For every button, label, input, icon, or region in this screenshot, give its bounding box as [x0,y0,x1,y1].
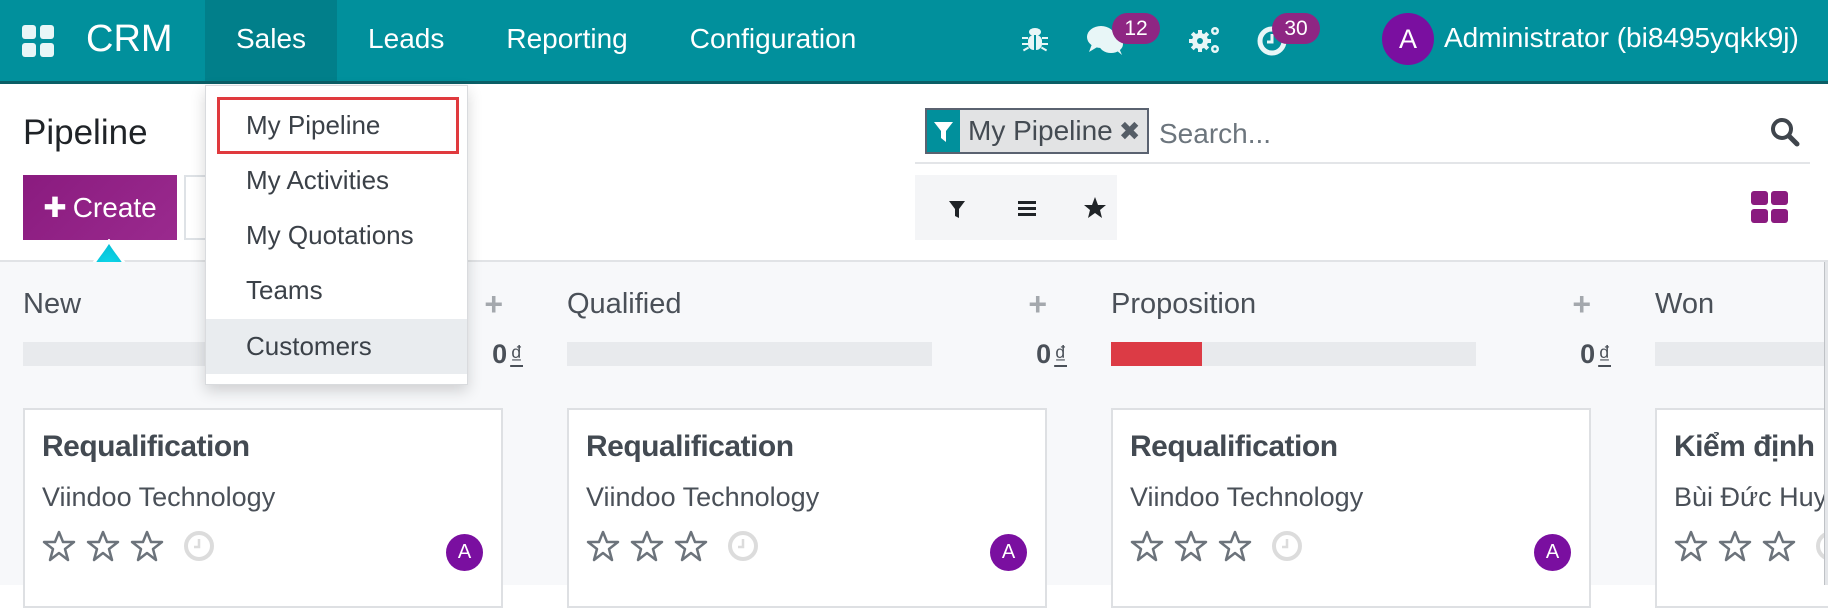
card-title: Requalification [42,430,250,463]
column-total: 0 ₫ [492,336,523,373]
dropdown-item-customers[interactable]: Customers [206,319,467,374]
dropdown-item-my-pipeline[interactable]: My Pipeline [206,98,467,153]
star-icon[interactable] [1673,528,1709,564]
column-title: New [23,288,82,320]
salesperson-avatar: A [1534,534,1571,571]
kanban-column: Won Kiểm định Bùi Đức Huy [1655,262,1828,608]
quick-create-icon[interactable]: + [1572,288,1591,320]
star-icon[interactable] [673,528,709,564]
quick-create-icon[interactable]: + [1028,288,1047,320]
priority-stars [1129,528,1303,564]
priority-stars [585,528,759,564]
app-name[interactable]: CRM [86,14,173,64]
column-header: Qualified + [567,284,1047,324]
kanban-view-button[interactable] [1751,191,1788,223]
star-icon[interactable] [585,528,621,564]
card-title: Requalification [1130,430,1338,463]
column-total: 0 ₫ [1580,336,1611,373]
kanban-column: Proposition + 0 ₫ Requalification Viindoo… [1111,262,1611,608]
create-label: Create [72,192,157,223]
column-title: Proposition [1111,288,1257,320]
column-title: Won [1655,288,1715,320]
dropdown-item-my-activities[interactable]: My Activities [206,153,467,208]
priority-stars [1673,528,1828,564]
facet-label: My Pipeline [968,115,1113,146]
page-title: Pipeline [23,113,148,152]
column-header: Won [1655,284,1828,324]
card-customer: Viindoo Technology [42,482,276,512]
plus-icon: ✚ [43,192,67,223]
star-icon[interactable] [1173,528,1209,564]
favorites-button[interactable] [1078,191,1112,225]
dropdown-item-my-quotations[interactable]: My Quotations [206,208,467,263]
quick-create-icon[interactable]: + [484,288,503,320]
create-button[interactable]: ✚ Create [23,175,177,240]
activities-count-badge: 30 [1272,13,1320,44]
total-value: 0 [1580,339,1596,369]
card-customer: Viindoo Technology [1130,482,1364,512]
menu-configuration[interactable]: Configuration [659,0,888,81]
column-progressbar[interactable] [567,342,932,366]
apps-menu-icon[interactable] [22,25,54,57]
kanban-column: Qualified + 0 ₫ Requalification Viindoo T… [567,262,1067,608]
search-facet: My Pipeline ✖ [925,108,1149,154]
column-title: Qualified [567,288,682,320]
top-navbar: CRM Sales Leads Reporting Configuration … [0,0,1828,84]
currency-symbol: ₫ [510,341,523,369]
currency-symbol: ₫ [1054,341,1067,369]
group-by-button[interactable] [1010,191,1044,225]
dropdown-item-teams[interactable]: Teams [206,263,467,318]
search-input[interactable] [1159,112,1719,156]
progress-fill[interactable] [1111,342,1203,366]
sales-dropdown-menu: My Pipeline My Activities My Quotations … [205,85,468,385]
kanban-card[interactable]: Kiểm định Bùi Đức Huy [1655,408,1828,608]
filter-icon [927,110,960,152]
total-value: 0 [1036,339,1052,369]
total-value: 0 [492,339,508,369]
menu-reporting[interactable]: Reporting [475,0,658,81]
search-options-panel [915,175,1117,240]
menu-leads[interactable]: Leads [337,0,475,81]
user-avatar[interactable]: A [1382,13,1434,65]
star-icon[interactable] [129,528,165,564]
horizontal-scroll-edge[interactable] [1824,262,1828,585]
star-icon[interactable] [41,528,77,564]
card-title: Requalification [586,430,794,463]
filters-button[interactable] [940,191,974,225]
star-icon[interactable] [1129,528,1165,564]
column-progressbar[interactable] [1655,342,1828,366]
activity-clock-icon[interactable] [727,530,759,562]
salesperson-avatar: A [990,534,1027,571]
priority-stars [41,528,215,564]
search-icon[interactable] [1770,117,1800,147]
menu-sales[interactable]: Sales [205,0,338,81]
card-customer: Viindoo Technology [586,482,820,512]
salesperson-avatar: A [446,534,483,571]
card-customer: Bùi Đức Huy [1674,482,1828,512]
star-icon[interactable] [1761,528,1797,564]
currency-symbol: ₫ [1598,341,1611,369]
remove-facet-icon[interactable]: ✖ [1119,110,1147,152]
column-total: 0 ₫ [1036,336,1067,373]
column-header: Proposition + [1111,284,1591,324]
kanban-card[interactable]: Requalification Viindoo Technology A [567,408,1047,608]
card-title: Kiểm định [1674,430,1815,463]
star-icon[interactable] [629,528,665,564]
star-icon[interactable] [1217,528,1253,564]
main-menu: Sales Leads Reporting Configuration [205,0,887,81]
star-icon[interactable] [1717,528,1753,564]
kanban-card[interactable]: Requalification Viindoo Technology A [23,408,503,608]
column-progressbar[interactable] [1111,342,1476,366]
kanban-card[interactable]: Requalification Viindoo Technology A [1111,408,1591,608]
star-icon[interactable] [85,528,121,564]
bug-icon[interactable] [1017,22,1053,58]
search-bar: My Pipeline ✖ [915,108,1810,164]
activity-clock-icon[interactable] [183,530,215,562]
gears-icon[interactable] [1187,22,1223,58]
user-menu[interactable]: Administrator (bi8495yqkk9j) [1444,16,1799,60]
activity-clock-icon[interactable] [1271,530,1303,562]
messages-count-badge: 12 [1112,13,1160,44]
